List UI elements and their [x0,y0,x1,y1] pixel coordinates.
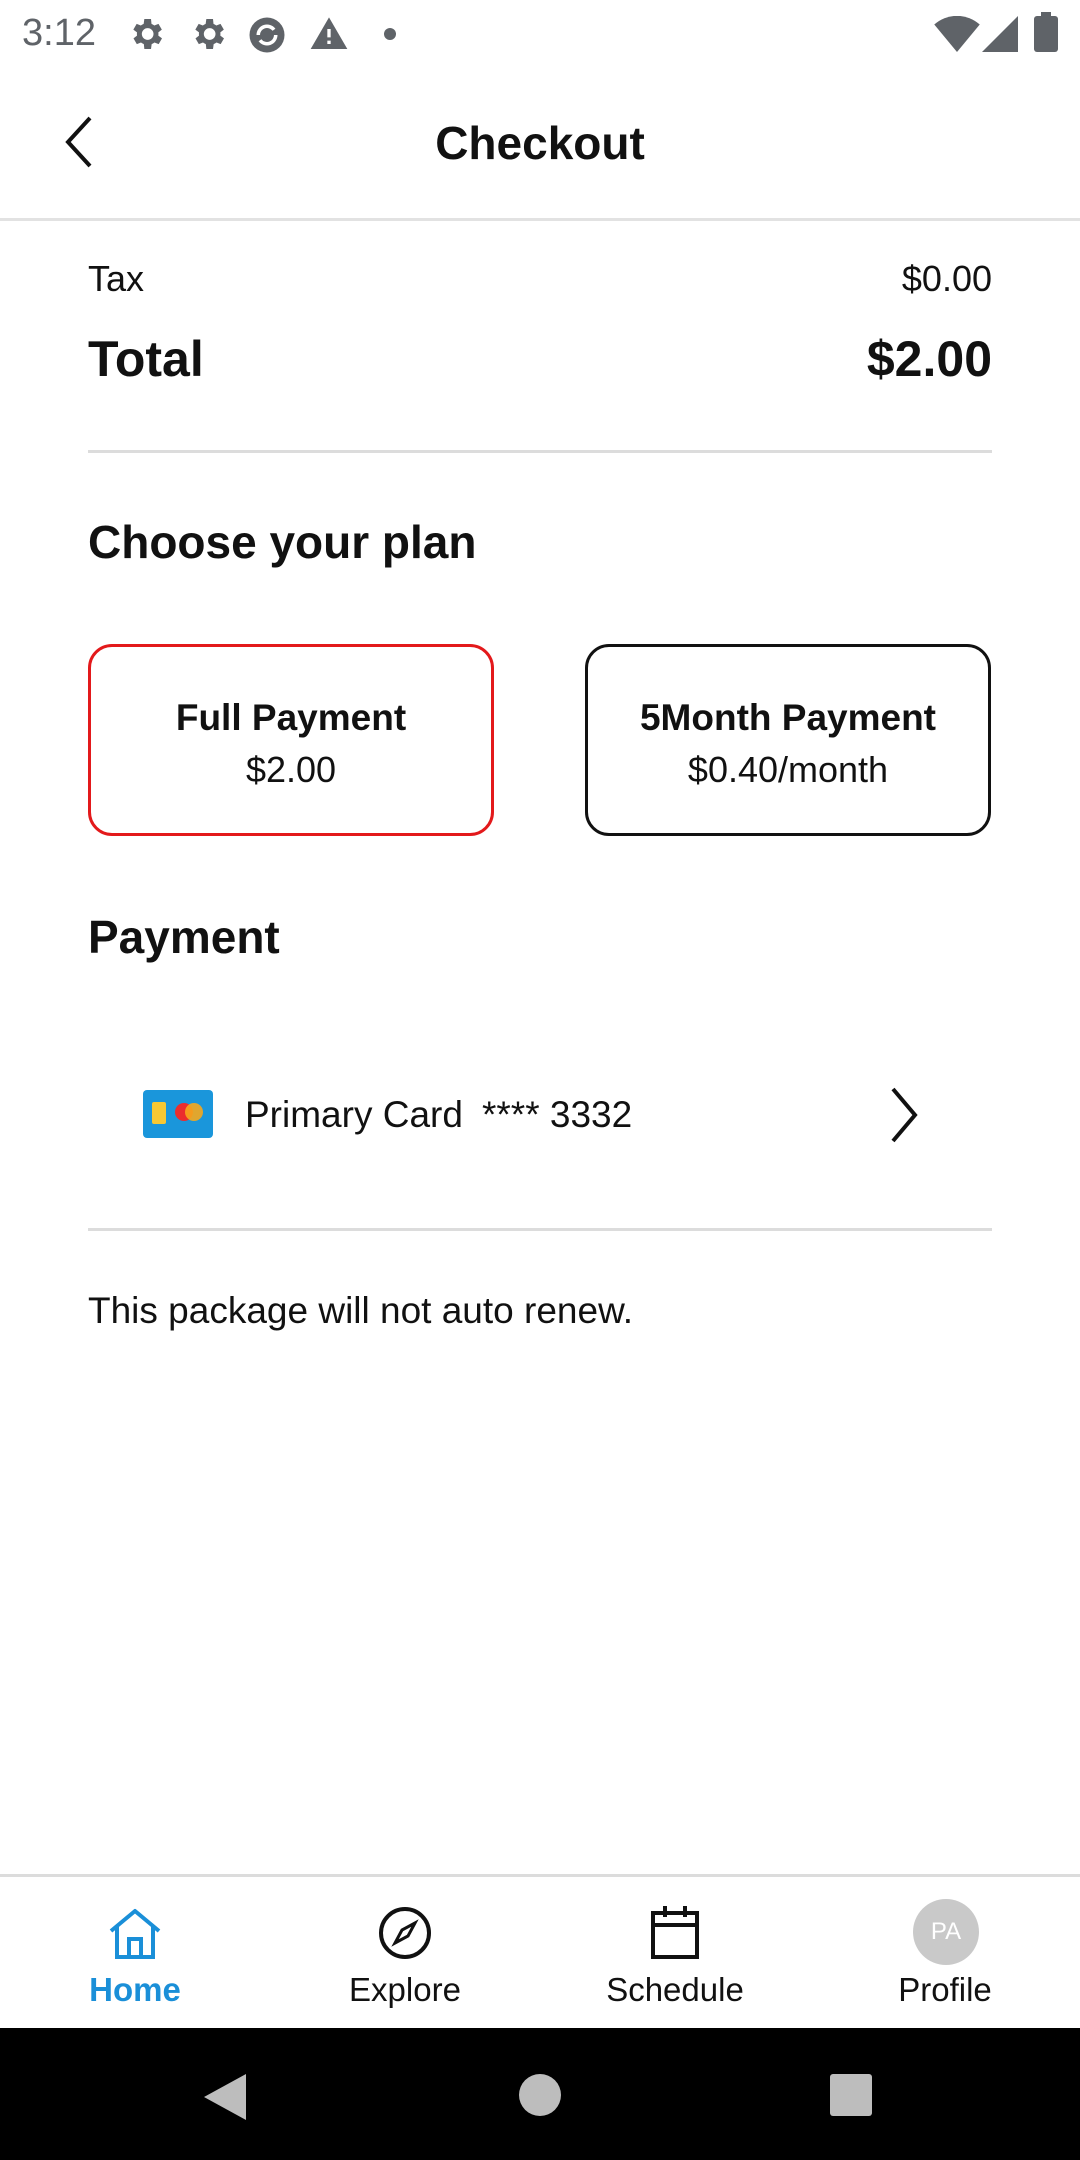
plan-name: Full Payment [175,697,407,738]
bottom-nav: Home Explore Schedule PA Profile [0,1874,1080,2028]
credit-card-icon [143,1090,213,1138]
tax-value: $0.00 [901,258,992,299]
gear-icon [195,19,224,49]
dot-icon [384,28,396,40]
page-title: Checkout [435,117,645,169]
avatar: PA [913,1899,979,1965]
total-label: Total [88,331,204,387]
plan-card-5month-payment[interactable]: 5Month Payment $0.40/month [585,644,991,836]
nav-item-profile[interactable]: PA Profile [810,1877,1080,2031]
nav-item-home[interactable]: Home [0,1877,270,2031]
home-icon [109,1909,161,1959]
payment-section-title: Payment [88,911,280,963]
calendar-icon [651,1906,699,1959]
wifi-icon [934,16,980,52]
nav-item-schedule[interactable]: Schedule [540,1877,810,2031]
system-nav-bar [0,2028,1080,2160]
card-label: Primary Card [245,1094,463,1135]
total-value: $2.00 [866,331,992,387]
compass-icon [379,1907,431,1959]
plan-name: 5Month Payment [639,697,937,738]
signal-icon [982,16,1018,52]
battery-icon [1034,12,1058,52]
nav-item-explore[interactable]: Explore [270,1877,540,2031]
tax-label: Tax [88,258,145,299]
divider [88,1228,992,1231]
divider [88,450,992,453]
chevron-right-icon[interactable] [883,1085,923,1145]
plan-price: $2.00 [245,749,337,790]
plan-section-title: Choose your plan [88,516,477,568]
plan-price: $0.40/month [687,749,889,790]
warning-icon [310,17,348,49]
back-triangle-icon[interactable] [202,2072,248,2122]
nav-label-home: Home [89,1971,181,2008]
nav-label-profile: Profile [898,1971,992,2008]
card-number: **** 3332 [482,1094,633,1135]
status-bar: 3:12 [0,0,1080,66]
status-time: 3:12 [22,12,96,54]
plan-card-full-payment[interactable]: Full Payment $2.00 [88,644,494,836]
nav-label-explore: Explore [349,1971,461,2008]
nav-label-schedule: Schedule [606,1971,744,2008]
recents-square-icon[interactable] [829,2073,873,2117]
gear-icon [133,19,162,49]
sync-icon [249,17,285,53]
app-header: Checkout [0,66,1080,221]
payment-method-row[interactable]: Primary Card **** 3332 [88,1040,992,1190]
home-circle-icon[interactable] [518,2073,562,2117]
auto-renew-note: This package will not auto renew. [88,1290,634,1331]
